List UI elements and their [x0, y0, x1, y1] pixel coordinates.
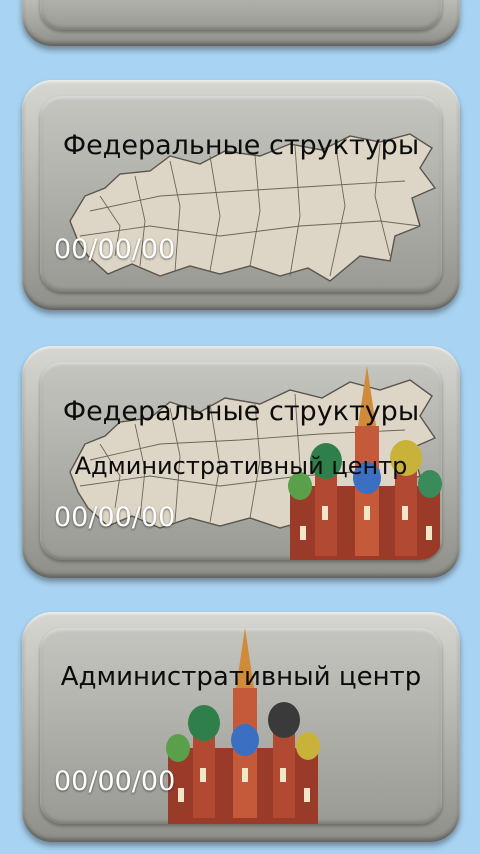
- card-2-inner: Федеральные структуры Административный ц…: [40, 362, 442, 560]
- card-partial-top[interactable]: [22, 0, 460, 46]
- card-3-date: 00/00/00: [54, 766, 176, 797]
- card-partial-inner: [40, 0, 442, 30]
- card-1-title: Федеральные структуры: [62, 130, 420, 161]
- card-1-inner: Федеральные структуры 00/00/00: [40, 96, 442, 292]
- card-3-title: Административный центр: [60, 662, 422, 692]
- card-3-inner: Административный центр 00/00/00: [40, 628, 442, 824]
- card-2-title: Федеральные структуры: [62, 396, 420, 427]
- kremlin-icon: [166, 628, 320, 824]
- card-federal-structures[interactable]: Федеральные структуры 00/00/00: [22, 80, 460, 310]
- card-2-subtitle: Административный центр: [74, 452, 408, 480]
- card-federal-structures-admin-center[interactable]: Федеральные структуры Административный ц…: [22, 346, 460, 578]
- card-1-date: 00/00/00: [54, 234, 176, 265]
- card-admin-center[interactable]: Административный центр 00/00/00: [22, 612, 460, 842]
- card-2-date: 00/00/00: [54, 502, 176, 533]
